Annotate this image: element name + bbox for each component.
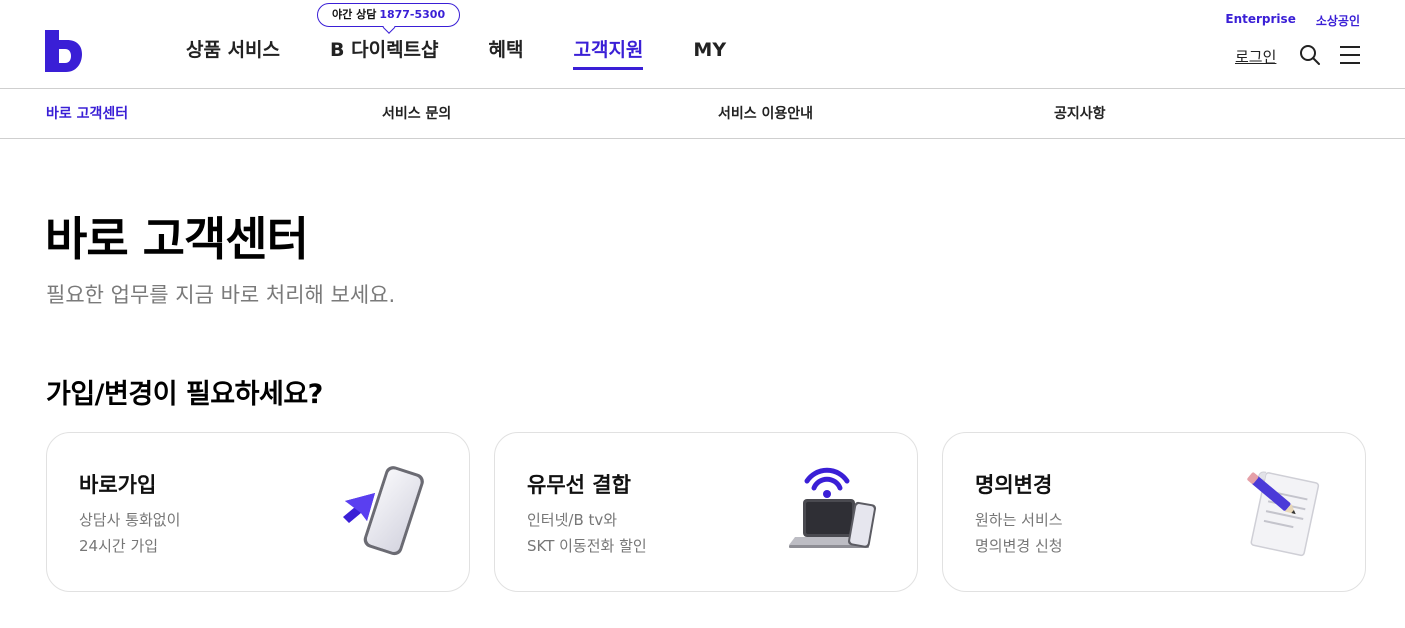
brand-logo[interactable] <box>45 30 83 72</box>
page-description: 필요한 업무를 지금 바로 처리해 보세요. <box>46 283 396 307</box>
card-description: SKT 이동전화 할인 <box>527 537 647 555</box>
subnav-item-service-guide[interactable]: 서비스 이용안내 <box>718 103 813 123</box>
card-direct-join[interactable]: 바로가입 상담사 통화없이 24시간 가입 <box>46 432 470 592</box>
enterprise-link[interactable]: Enterprise <box>1225 12 1295 29</box>
subnav-item-direct-center[interactable]: 바로 고객센터 <box>46 103 128 123</box>
document-pencil-icon <box>1247 471 1320 557</box>
card-title: 유무선 결합 <box>527 473 631 497</box>
util-links: Enterprise 소상공인 <box>1205 12 1360 29</box>
gnb-item-benefits[interactable]: 혜택 <box>489 38 524 68</box>
card-description: 원하는 서비스 <box>975 511 1063 529</box>
card-description: 인터넷/B tv와 <box>527 511 618 529</box>
card-description: 명의변경 신청 <box>975 537 1063 555</box>
gnb-item-products[interactable]: 상품 서비스 <box>186 38 280 68</box>
smartphone-cursor-icon <box>343 466 424 556</box>
gnb-item-customer-support[interactable]: 고객지원 <box>573 38 643 70</box>
night-consult-badge[interactable]: 야간 상담 1877-5300 <box>317 3 461 27</box>
card-wired-wireless-bundle[interactable]: 유무선 결합 인터넷/B tv와 SKT 이동전화 할인 <box>494 432 918 592</box>
section-title: 가입/변경이 필요하세요? <box>46 379 323 410</box>
search-icon[interactable] <box>1299 44 1321 66</box>
laptop-wifi-phone-icon <box>789 467 877 548</box>
global-header: 야간 상담 1877-5300 상품 서비스 B 다이렉트샵 혜택 고객지원 MY… <box>0 0 1405 89</box>
card-title: 바로가입 <box>79 473 157 497</box>
subnav-item-notice[interactable]: 공지사항 <box>1054 103 1106 123</box>
card-description: 24시간 가입 <box>79 537 159 555</box>
sub-nav: 바로 고객센터 서비스 문의 서비스 이용안내 공지사항 <box>0 89 1405 139</box>
page-title: 바로 고객센터 <box>45 212 309 266</box>
subnav-item-service-inquiry[interactable]: 서비스 문의 <box>382 103 451 123</box>
login-link[interactable]: 로그인 <box>1235 46 1276 67</box>
small-business-link[interactable]: 소상공인 <box>1316 12 1360 29</box>
card-title: 명의변경 <box>975 473 1053 497</box>
global-nav: 상품 서비스 B 다이렉트샵 혜택 고객지원 MY <box>186 38 776 70</box>
gnb-item-direct-shop[interactable]: B 다이렉트샵 <box>330 38 439 68</box>
night-consult-number: 1877-5300 <box>379 8 446 21</box>
card-name-change[interactable]: 명의변경 원하는 서비스 명의변경 신청 <box>942 432 1366 592</box>
card-description: 상담사 통화없이 <box>79 511 181 529</box>
hamburger-menu-icon[interactable] <box>1339 45 1361 65</box>
night-consult-label: 야간 상담 <box>332 8 377 21</box>
gnb-item-my[interactable]: MY <box>693 38 726 68</box>
